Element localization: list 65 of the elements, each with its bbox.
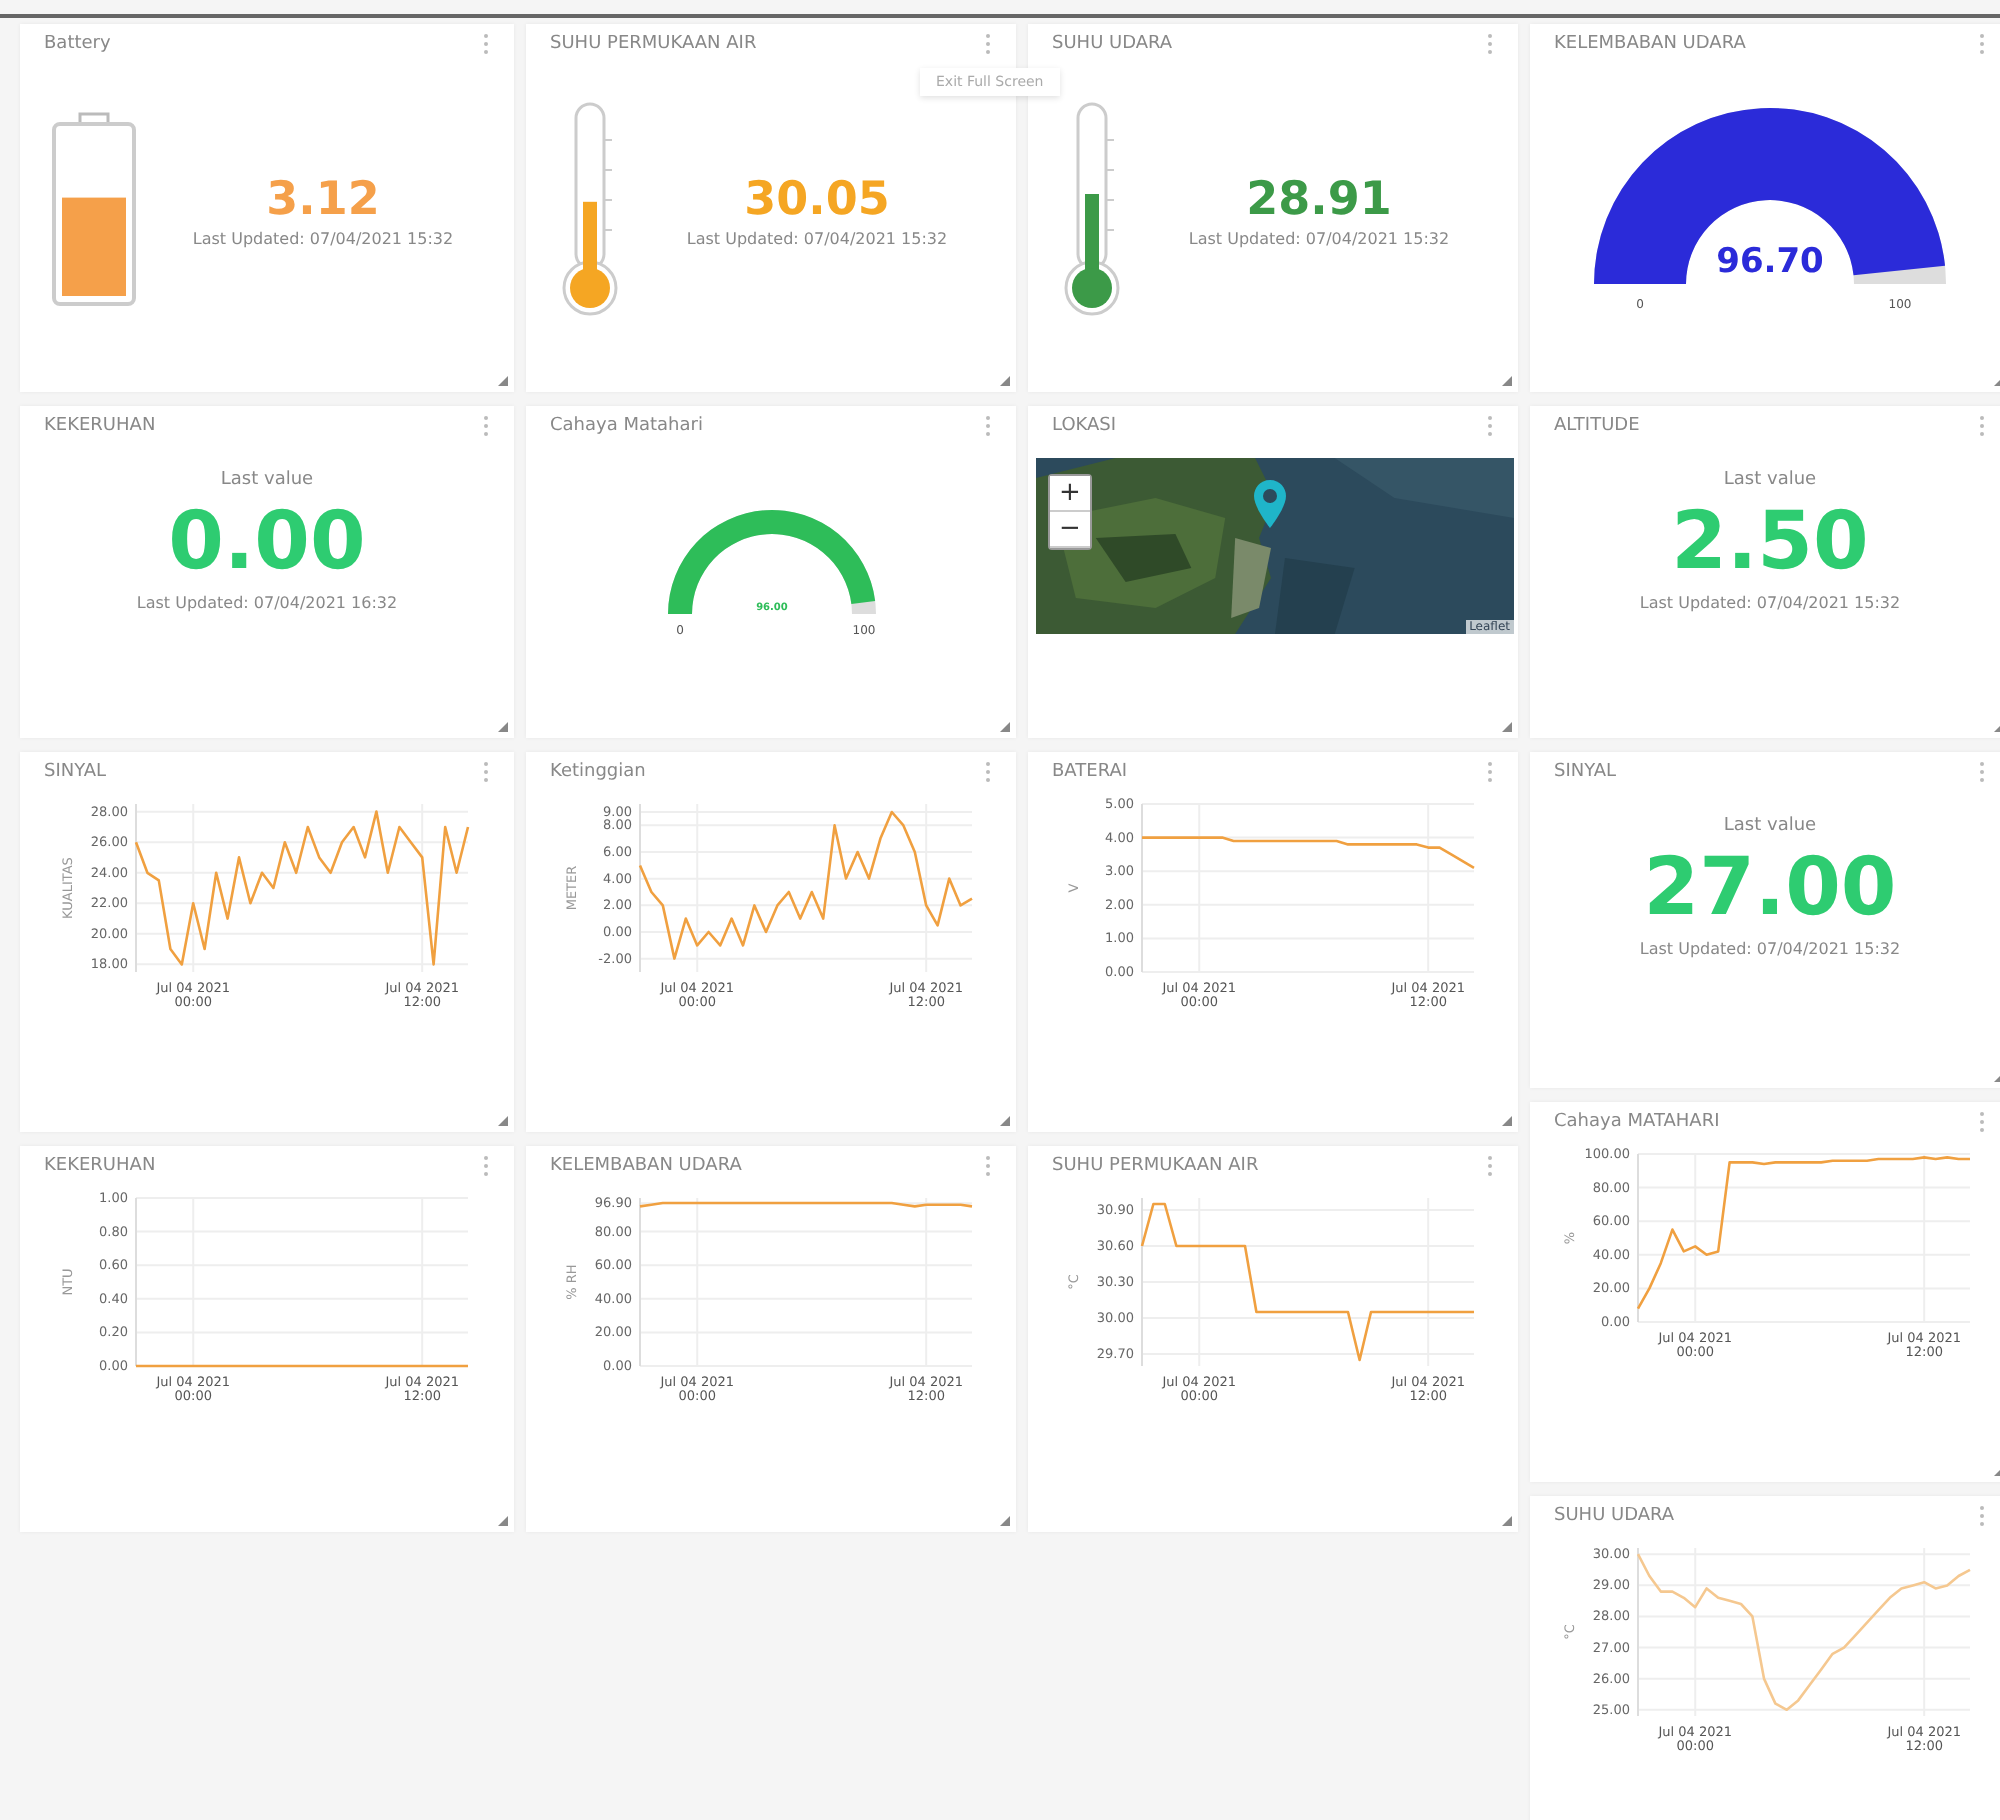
resize-handle-icon[interactable] bbox=[1000, 1516, 1010, 1526]
more-options-icon[interactable] bbox=[1486, 414, 1494, 438]
card-title: SINYAL bbox=[1554, 762, 1617, 782]
value-label: Last value bbox=[220, 470, 314, 490]
resize-handle-icon[interactable] bbox=[1502, 1116, 1512, 1126]
more-options-icon[interactable] bbox=[984, 760, 992, 784]
resize-handle-icon[interactable] bbox=[498, 722, 508, 732]
value-label: Last value bbox=[1723, 816, 1817, 836]
value-text: 3.12 bbox=[266, 173, 380, 225]
resize-handle-icon[interactable] bbox=[1502, 1516, 1512, 1526]
resize-handle-icon[interactable] bbox=[498, 1116, 508, 1126]
updated-text: Last Updated: 07/04/2021 16:32 bbox=[136, 594, 398, 612]
card-title: Battery bbox=[44, 34, 111, 54]
more-options-icon[interactable] bbox=[482, 760, 490, 784]
card-title: Cahaya Matahari bbox=[550, 416, 703, 436]
resize-handle-icon[interactable] bbox=[498, 1516, 508, 1526]
zoom-in-button[interactable]: + bbox=[1050, 476, 1090, 512]
more-options-icon[interactable] bbox=[1486, 32, 1494, 56]
resize-handle-icon[interactable] bbox=[1502, 376, 1512, 386]
battery-icon bbox=[48, 110, 140, 310]
updated-text: Last Updated: 07/04/2021 15:32 bbox=[1188, 229, 1450, 247]
more-options-icon[interactable] bbox=[482, 32, 490, 56]
resize-handle-icon[interactable] bbox=[1000, 722, 1010, 732]
more-options-icon[interactable] bbox=[984, 1154, 992, 1178]
card-title: KEKERUHAN bbox=[44, 1156, 156, 1176]
more-options-icon[interactable] bbox=[1486, 760, 1494, 784]
more-options-icon[interactable] bbox=[1978, 414, 1986, 438]
value-text: 27.00 bbox=[1643, 844, 1897, 932]
value-text: 28.91 bbox=[1246, 173, 1392, 225]
updated-text: Last Updated: 07/04/2021 15:32 bbox=[192, 229, 454, 247]
resize-handle-icon[interactable] bbox=[1000, 1116, 1010, 1126]
card-title: Ketinggian bbox=[550, 762, 646, 782]
more-options-icon[interactable] bbox=[1978, 760, 1986, 784]
more-options-icon[interactable] bbox=[1978, 1504, 1986, 1528]
card-title: KELEMBABAN UDARA bbox=[1554, 34, 1746, 54]
more-options-icon[interactable] bbox=[482, 414, 490, 438]
resize-handle-icon[interactable] bbox=[1502, 722, 1512, 732]
more-options-icon[interactable] bbox=[984, 414, 992, 438]
resize-handle-icon[interactable] bbox=[1000, 376, 1010, 386]
card-title: LOKASI bbox=[1052, 416, 1117, 436]
card-title: BATERAI bbox=[1052, 762, 1128, 782]
resize-handle-icon[interactable] bbox=[498, 376, 508, 386]
more-options-icon[interactable] bbox=[984, 32, 992, 56]
updated-text: Last Updated: 07/04/2021 15:32 bbox=[1639, 940, 1901, 958]
updated-text: Last Updated: 07/04/2021 15:32 bbox=[1639, 594, 1901, 612]
value-text: 30.05 bbox=[744, 173, 890, 225]
card-title: SUHU UDARA bbox=[1052, 34, 1173, 54]
card-title: SUHU UDARA bbox=[1554, 1506, 1675, 1526]
updated-text: Last Updated: 07/04/2021 15:32 bbox=[686, 229, 948, 247]
card-title: SUHU PERMUKAAN AIR bbox=[1052, 1156, 1259, 1176]
more-options-icon[interactable] bbox=[1486, 1154, 1494, 1178]
card-title: SUHU PERMUKAAN AIR bbox=[550, 34, 757, 54]
more-options-icon[interactable] bbox=[1978, 1110, 1986, 1134]
card-title: SINYAL bbox=[44, 762, 107, 782]
gauge-value: 96.70 bbox=[1716, 242, 1824, 282]
more-options-icon[interactable] bbox=[1978, 32, 1986, 56]
card-title: KELEMBABAN UDARA bbox=[550, 1156, 742, 1176]
card-title: ALTITUDE bbox=[1554, 416, 1640, 436]
value-label: Last value bbox=[1723, 470, 1817, 490]
value-text: 0.00 bbox=[168, 498, 366, 586]
card-title: Cahaya MATAHARI bbox=[1554, 1112, 1720, 1132]
location-pin-icon[interactable] bbox=[1252, 478, 1288, 530]
card-title: KEKERUHAN bbox=[44, 416, 156, 436]
value-text: 2.50 bbox=[1671, 498, 1869, 586]
more-options-icon[interactable] bbox=[482, 1154, 490, 1178]
